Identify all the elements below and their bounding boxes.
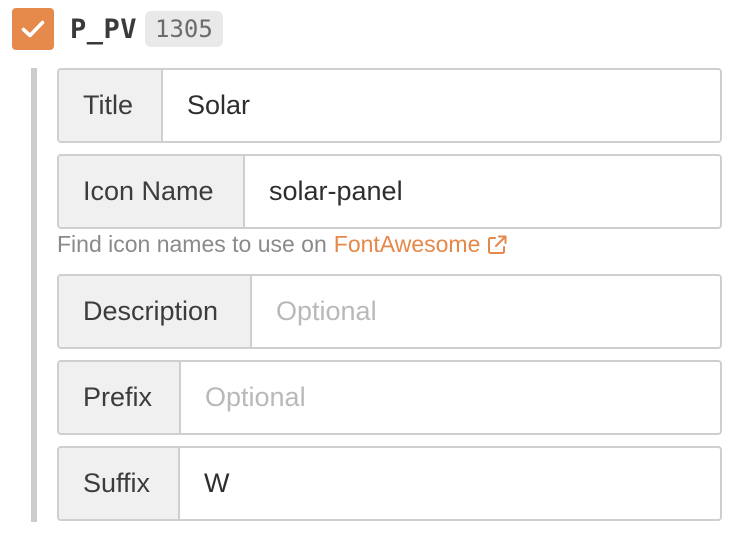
fontawesome-link[interactable]: FontAwesome	[334, 231, 509, 258]
prefix-input-group: Prefix	[57, 360, 722, 435]
title-label: Title	[59, 70, 163, 141]
suffix-input-group: Suffix	[57, 446, 722, 521]
group-indent-bar	[31, 68, 37, 522]
variable-name: P_PV	[70, 13, 138, 45]
icon-name-label: Icon Name	[59, 156, 245, 227]
description-label: Description	[59, 276, 252, 347]
title-input-group: Title	[57, 68, 722, 143]
suffix-input[interactable]	[180, 448, 720, 519]
enable-checkbox[interactable]	[12, 8, 54, 50]
hint-text: Find icon names to use on	[57, 231, 327, 257]
external-link-icon	[488, 235, 507, 254]
icon-name-hint: Find icon names to use on FontAwesome	[57, 231, 508, 258]
count-badge: 1305	[145, 11, 223, 47]
icon-name-input-group: Icon Name	[57, 154, 722, 229]
variable-editor: P_PV 1305 Title Icon Name Find icon name…	[0, 0, 734, 534]
icon-name-input[interactable]	[245, 156, 720, 227]
prefix-input[interactable]	[181, 362, 720, 433]
checkmark-icon	[21, 20, 45, 38]
prefix-label: Prefix	[59, 362, 181, 433]
variable-header: P_PV 1305	[12, 8, 223, 50]
description-input-group: Description	[57, 274, 722, 349]
suffix-label: Suffix	[59, 448, 180, 519]
description-input[interactable]	[252, 276, 720, 347]
fontawesome-link-label: FontAwesome	[333, 231, 481, 257]
title-input[interactable]	[163, 70, 720, 141]
